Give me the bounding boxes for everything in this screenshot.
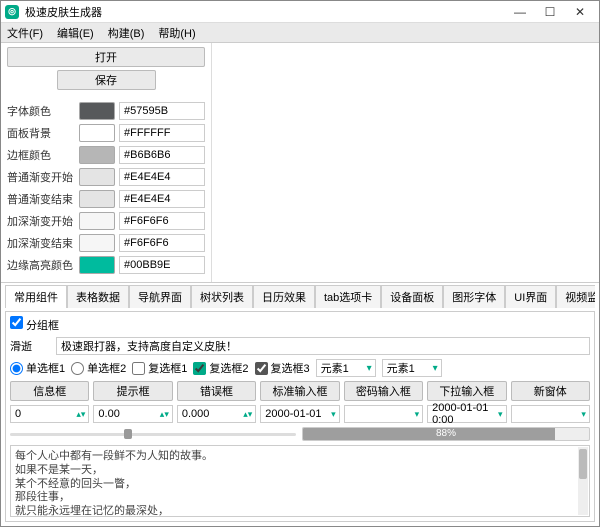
color-label: 字体颜色 [7, 103, 75, 119]
tab-1[interactable]: 表格数据 [67, 285, 129, 308]
app-icon: ◎ [5, 5, 19, 19]
radio-1[interactable]: 单选框1 [10, 360, 65, 376]
tab-5[interactable]: tab选项卡 [315, 285, 381, 308]
color-swatch[interactable] [79, 234, 115, 252]
color-swatch[interactable] [79, 146, 115, 164]
color-label: 加深渐变结束 [7, 235, 75, 251]
color-swatch[interactable] [79, 124, 115, 142]
tab-4[interactable]: 日历效果 [253, 285, 315, 308]
color-row: 加深渐变开始 #F6F6F6 [7, 210, 205, 232]
spin-2[interactable]: 0.00▴▾ [93, 405, 172, 423]
combo-1[interactable]: 元素1 [316, 359, 376, 377]
action-button-2[interactable]: 错误框 [177, 381, 256, 401]
radio-2[interactable]: 单选框2 [71, 360, 126, 376]
left-panel: 打开 保存 字体颜色 #57595B 面板背景 #FFFFFF 边框颜色 #B6B6B6 普… [1, 43, 211, 282]
color-swatch[interactable] [79, 102, 115, 120]
tab-7[interactable]: 图形字体 [443, 285, 505, 308]
color-row: 面板背景 #FFFFFF [7, 122, 205, 144]
tab-0[interactable]: 常用组件 [5, 285, 67, 308]
color-hex-input[interactable]: #FFFFFF [119, 124, 205, 142]
tab-strip: 常用组件表格数据导航界面树状列表日历效果tab选项卡设备面板图形字体UI界面视频… [5, 285, 595, 308]
color-hex-input[interactable]: #F6F6F6 [119, 234, 205, 252]
tab-6[interactable]: 设备面板 [381, 285, 443, 308]
action-button-3[interactable]: 标准输入框 [260, 381, 339, 401]
tab-body: 分组框 滑逝 单选框1 单选框2 复选框1 复选框2 复选框3 元素1 元素1 … [5, 311, 595, 522]
color-row: 普通渐变结束 #E4E4E4 [7, 188, 205, 210]
color-label: 普通渐变开始 [7, 169, 75, 185]
save-button[interactable]: 保存 [57, 70, 156, 90]
color-label: 普通渐变结束 [7, 191, 75, 207]
open-button[interactable]: 打开 [7, 47, 205, 67]
color-label: 边框颜色 [7, 147, 75, 163]
menu-build[interactable]: 构建(B) [108, 25, 145, 41]
color-hex-input[interactable]: #B6B6B6 [119, 146, 205, 164]
color-row: 字体颜色 #57595B [7, 100, 205, 122]
maximize-button[interactable]: ☐ [535, 2, 565, 22]
action-button-0[interactable]: 信息框 [10, 381, 89, 401]
color-row: 普通渐变开始 #E4E4E4 [7, 166, 205, 188]
tab-3[interactable]: 树状列表 [191, 285, 253, 308]
spin-3[interactable]: 0.000▴▾ [177, 405, 256, 423]
story-textarea[interactable]: 每个人心中都有一段鲜不为人知的故事。 如果不是某一天， 某个不经意的回头一瞥， … [10, 445, 590, 517]
color-hex-input[interactable]: #E4E4E4 [119, 168, 205, 186]
color-swatch[interactable] [79, 190, 115, 208]
last-input[interactable]: ▾ [511, 405, 590, 423]
checkbox-2[interactable]: 复选框2 [193, 360, 248, 376]
color-label: 加深渐变开始 [7, 213, 75, 229]
color-swatch[interactable] [79, 212, 115, 230]
groupbox-checkbox[interactable]: 分组框 [10, 316, 59, 333]
datetime-input[interactable]: 2000-01-01 0:00▾ [427, 405, 506, 423]
preview-area [211, 43, 599, 282]
color-swatch[interactable] [79, 168, 115, 186]
scroll-label: 滑逝 [10, 338, 50, 354]
action-button-4[interactable]: 密码输入框 [344, 381, 423, 401]
window-title: 极速皮肤生成器 [25, 4, 505, 20]
color-hex-input[interactable]: #00BB9E [119, 256, 205, 274]
slider[interactable] [10, 429, 296, 439]
action-button-1[interactable]: 提示框 [93, 381, 172, 401]
color-swatch[interactable] [79, 256, 115, 274]
tab-8[interactable]: UI界面 [505, 285, 556, 308]
minimize-button[interactable]: — [505, 2, 535, 22]
color-row: 加深渐变结束 #F6F6F6 [7, 232, 205, 254]
tab-9[interactable]: 视频监控 [556, 285, 595, 308]
menubar: 文件(F) 编辑(E) 构建(B) 帮助(H) [1, 23, 599, 43]
empty-input[interactable]: ▾ [344, 405, 423, 423]
date-input[interactable]: 2000-01-01▾ [260, 405, 339, 423]
color-row: 边框颜色 #B6B6B6 [7, 144, 205, 166]
action-button-6[interactable]: 新窗体 [511, 381, 590, 401]
progress-bar: 88% [302, 427, 590, 441]
scrollbar[interactable] [578, 447, 588, 515]
color-hex-input[interactable]: #E4E4E4 [119, 190, 205, 208]
color-row: 边缘高亮颜色 #00BB9E [7, 254, 205, 276]
color-label: 面板背景 [7, 125, 75, 141]
scroll-text-input[interactable] [56, 337, 590, 355]
spin-1[interactable]: 0▴▾ [10, 405, 89, 423]
menu-help[interactable]: 帮助(H) [158, 25, 195, 41]
color-hex-input[interactable]: #F6F6F6 [119, 212, 205, 230]
color-hex-input[interactable]: #57595B [119, 102, 205, 120]
color-label: 边缘高亮颜色 [7, 257, 75, 273]
close-button[interactable]: ✕ [565, 2, 595, 22]
checkbox-3[interactable]: 复选框3 [255, 360, 310, 376]
combo-2[interactable]: 元素1 [382, 359, 442, 377]
tab-2[interactable]: 导航界面 [129, 285, 191, 308]
action-button-5[interactable]: 下拉输入框 [427, 381, 506, 401]
checkbox-1[interactable]: 复选框1 [132, 360, 187, 376]
menu-file[interactable]: 文件(F) [7, 25, 43, 41]
titlebar: ◎ 极速皮肤生成器 — ☐ ✕ [1, 1, 599, 23]
menu-edit[interactable]: 编辑(E) [57, 25, 94, 41]
